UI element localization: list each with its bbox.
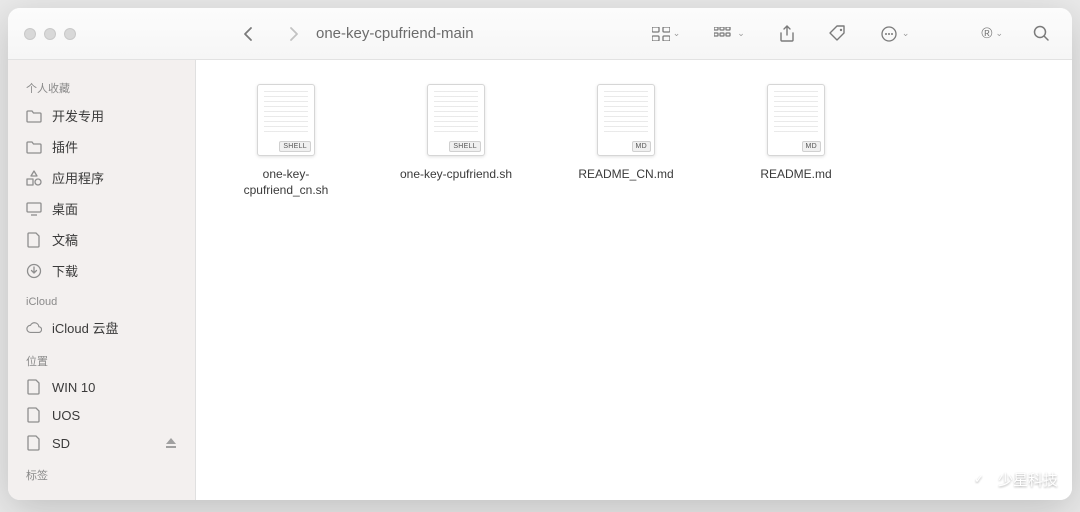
sidebar-item[interactable]: 文稿 [8,224,195,255]
file-item[interactable]: MD README.md [736,84,856,182]
sidebar-section-title: 位置 [8,343,195,373]
file-name: README.md [760,166,831,182]
file-type-badge: SHELL [279,141,311,152]
sidebar-item-label: 桌面 [52,199,78,218]
sidebar-item[interactable]: iCloud 云盘 [8,312,195,343]
grid-icon [652,27,670,41]
sidebar-item-label: UOS [52,408,80,423]
search-button[interactable] [1027,21,1056,46]
sidebar-item[interactable]: 插件 [8,131,195,162]
cloud-icon [26,320,42,336]
ellipsis-circle-icon [881,26,899,42]
file-thumbnail: MD [767,84,825,156]
file-thumbnail: MD [597,84,655,156]
watermark-text: 少星科技 [998,469,1058,490]
share-icon [779,25,795,43]
group-button[interactable]: ⌄ [708,23,751,45]
sidebar-item-label: 下载 [52,261,78,280]
sidebar-item[interactable]: 桌面 [8,193,195,224]
share-button[interactable] [773,21,801,47]
sidebar-item-label: iCloud 云盘 [52,318,118,337]
search-icon [1033,25,1050,42]
window-title: one-key-cpufriend-main [316,25,474,42]
traffic-lights [24,28,76,40]
page-icon [26,435,42,451]
apps-icon [26,170,42,186]
sidebar-item[interactable]: 开发专用 [8,100,195,131]
page-icon [26,379,42,395]
watermark: ✓ 少星科技 [968,468,1058,490]
sidebar-section-title: iCloud [8,286,195,312]
eject-icon[interactable] [165,437,177,449]
close-dot[interactable] [24,28,36,40]
toolbar: one-key-cpufriend-main ⌄ ⌄ ⌄ [8,8,1072,60]
file-name: README_CN.md [578,166,673,182]
file-type-badge: MD [802,141,822,152]
tags-button[interactable] [823,21,853,47]
wechat-icon: ✓ [968,468,990,490]
registered-button[interactable]: ® ⌄ [975,21,1009,46]
folder-icon [26,139,42,155]
finder-window: one-key-cpufriend-main ⌄ ⌄ ⌄ [8,8,1072,500]
file-grid: SHELL one-key-cpufriend_cn.sh SHELL one-key… [196,60,1072,222]
chevron-down-icon: ⌄ [737,28,745,39]
folder-icon [26,108,42,124]
sidebar-item-label: 文稿 [52,230,78,249]
sidebar-item-label: 插件 [52,137,78,156]
page-icon [26,407,42,423]
file-name: one-key-cpufriend_cn.sh [226,166,346,198]
file-thumbnail: SHELL [427,84,485,156]
view-icon-button[interactable]: ⌄ [646,23,687,45]
minimize-dot[interactable] [44,28,56,40]
doc-icon [26,232,42,248]
actions-button[interactable]: ⌄ [875,22,916,46]
file-name: one-key-cpufriend.sh [400,166,512,182]
file-item[interactable]: SHELL one-key-cpufriend.sh [396,84,516,182]
group-icon [714,27,734,41]
download-icon [26,263,42,279]
sidebar: 个人收藏开发专用插件应用程序桌面文稿下载 iCloud iCloud 云盘位置 WIN… [8,60,196,500]
file-item[interactable]: SHELL one-key-cpufriend_cn.sh [226,84,346,198]
file-thumbnail: SHELL [257,84,315,156]
content-area[interactable]: SHELL one-key-cpufriend_cn.sh SHELL one-key… [196,60,1072,500]
nav-back-button[interactable] [236,22,260,46]
sidebar-item[interactable]: WIN 10 [8,373,195,401]
tag-icon [829,25,847,43]
chevron-down-icon: ⌄ [995,28,1003,39]
registered-icon: ® [981,25,992,42]
chevron-down-icon: ⌄ [673,28,681,39]
zoom-dot[interactable] [64,28,76,40]
sidebar-item[interactable]: SD [8,429,195,457]
sidebar-item-label: 开发专用 [52,106,104,125]
sidebar-item[interactable]: 应用程序 [8,162,195,193]
sidebar-item[interactable]: UOS [8,401,195,429]
sidebar-section-title: 标签 [8,457,195,487]
desktop-icon [26,201,42,217]
file-item[interactable]: MD README_CN.md [566,84,686,182]
sidebar-item[interactable]: 下载 [8,255,195,286]
sidebar-item-label: SD [52,436,70,451]
nav-forward-button[interactable] [282,22,306,46]
file-type-badge: MD [632,141,652,152]
chevron-down-icon: ⌄ [902,28,910,39]
sidebar-item-label: 应用程序 [52,168,104,187]
sidebar-section-title: 个人收藏 [8,70,195,100]
file-type-badge: SHELL [449,141,481,152]
sidebar-item-label: WIN 10 [52,380,95,395]
